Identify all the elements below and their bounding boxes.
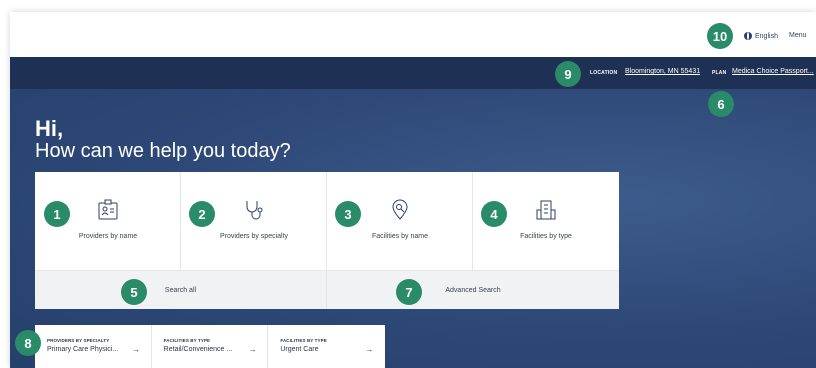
- id-badge-icon: [98, 199, 118, 220]
- location-label: LOCATION: [590, 70, 618, 76]
- location-link[interactable]: Bloomington, MN 55431: [625, 68, 700, 75]
- shortcut-value: Retail/Convenience ...: [163, 346, 233, 353]
- annotation-badge-10: 10: [707, 23, 733, 49]
- shortcut-retail-convenience[interactable]: FACILITIES BY TYPE Retail/Convenience ..…: [152, 325, 269, 368]
- shortcut-value: Urgent Care: [280, 346, 319, 353]
- annotation-badge-8: 8: [15, 330, 41, 356]
- shortcut-urgent-care[interactable]: FACILITIES BY TYPE Urgent Care →: [268, 325, 385, 368]
- stethoscope-icon: [246, 201, 263, 220]
- shortcut-label: PROVIDERS BY SPECIALTY: [47, 338, 110, 343]
- annotation-badge-9: 9: [555, 61, 581, 87]
- arrow-right-icon: →: [132, 345, 140, 354]
- language-selector[interactable]: English: [744, 32, 778, 40]
- search-all-button[interactable]: Search all: [35, 270, 327, 309]
- shortcut-value: Primary Care Physici...: [47, 346, 119, 353]
- card-label: Providers by specialty: [219, 233, 289, 240]
- shortcut-label: FACILITIES BY TYPE: [280, 338, 327, 343]
- card-label: Facilities by name: [371, 233, 429, 240]
- annotation-badge-3: 3: [335, 201, 361, 227]
- menu-button[interactable]: Menu: [789, 32, 807, 39]
- shortcut-label: FACILITIES BY TYPE: [163, 338, 211, 343]
- location-plan-bar: LOCATION Bloomington, MN 55431 PLAN Medi…: [10, 57, 816, 89]
- annotation-badge-4: 4: [481, 201, 507, 227]
- search-all-label: Search all: [164, 287, 197, 294]
- plan-link[interactable]: Medica Choice Passport...: [732, 68, 814, 75]
- building-icon: [536, 200, 556, 220]
- annotation-badge-7: 7: [396, 279, 422, 305]
- app-window: English Menu LOCATION Bloomington, MN 55…: [10, 12, 816, 368]
- annotation-badge-1: 1: [44, 201, 70, 227]
- recent-shortcuts: PROVIDERS BY SPECIALTY Primary Care Phys…: [35, 325, 385, 368]
- plan-label: PLAN: [712, 70, 727, 76]
- greeting-heading: Hi,: [35, 116, 64, 141]
- arrow-right-icon: →: [365, 345, 374, 354]
- globe-icon: [744, 32, 752, 40]
- arrow-right-icon: →: [248, 345, 257, 354]
- location-search-icon: [392, 199, 408, 220]
- advanced-search-label: Advanced Search: [445, 287, 501, 294]
- top-header: English Menu: [10, 12, 816, 57]
- card-label: Providers by name: [78, 233, 138, 240]
- advanced-search-button[interactable]: Advanced Search: [327, 270, 619, 309]
- shortcut-primary-care[interactable]: PROVIDERS BY SPECIALTY Primary Care Phys…: [35, 325, 152, 368]
- help-prompt-heading: How can we help you today?: [35, 140, 291, 162]
- annotation-badge-6: 6: [708, 91, 734, 117]
- annotation-badge-5: 5: [121, 279, 147, 305]
- language-label: English: [755, 32, 778, 40]
- card-label: Facilities by type: [520, 233, 572, 240]
- annotation-badge-2: 2: [189, 201, 215, 227]
